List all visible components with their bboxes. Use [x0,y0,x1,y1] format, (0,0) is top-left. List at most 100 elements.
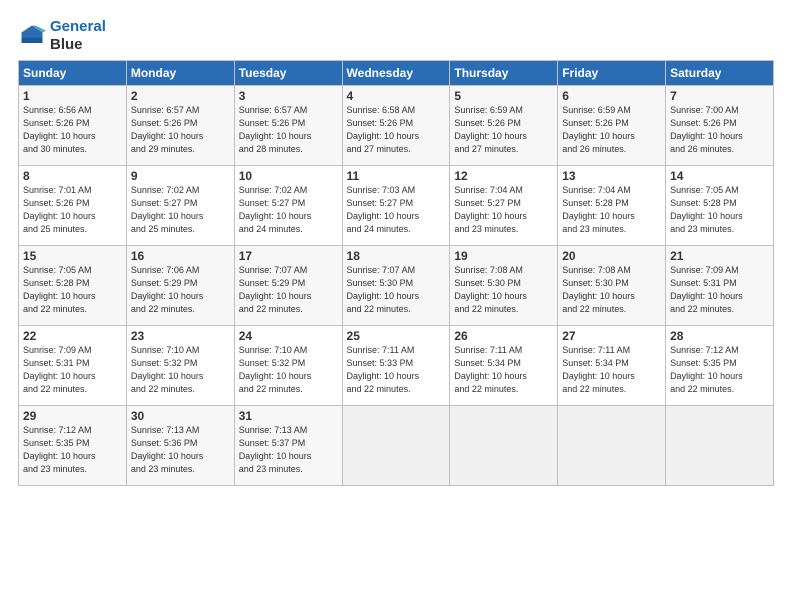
day-number: 2 [131,89,230,103]
calendar-day-header: Saturday [666,61,774,86]
day-info: Sunrise: 7:00 AM Sunset: 5:26 PM Dayligh… [670,104,769,156]
calendar-day-cell: 24Sunrise: 7:10 AM Sunset: 5:32 PM Dayli… [234,326,342,406]
day-number: 31 [239,409,338,423]
calendar-day-cell: 5Sunrise: 6:59 AM Sunset: 5:26 PM Daylig… [450,86,558,166]
day-number: 14 [670,169,769,183]
day-info: Sunrise: 7:11 AM Sunset: 5:33 PM Dayligh… [347,344,446,396]
calendar-day-cell: 19Sunrise: 7:08 AM Sunset: 5:30 PM Dayli… [450,246,558,326]
calendar-table: SundayMondayTuesdayWednesdayThursdayFrid… [18,60,774,486]
day-number: 7 [670,89,769,103]
day-number: 4 [347,89,446,103]
day-info: Sunrise: 7:09 AM Sunset: 5:31 PM Dayligh… [23,344,122,396]
day-number: 9 [131,169,230,183]
calendar-day-cell: 12Sunrise: 7:04 AM Sunset: 5:27 PM Dayli… [450,166,558,246]
calendar-week-row: 22Sunrise: 7:09 AM Sunset: 5:31 PM Dayli… [19,326,774,406]
day-number: 21 [670,249,769,263]
day-number: 13 [562,169,661,183]
calendar-week-row: 15Sunrise: 7:05 AM Sunset: 5:28 PM Dayli… [19,246,774,326]
calendar-week-row: 8Sunrise: 7:01 AM Sunset: 5:26 PM Daylig… [19,166,774,246]
day-info: Sunrise: 6:56 AM Sunset: 5:26 PM Dayligh… [23,104,122,156]
day-info: Sunrise: 7:01 AM Sunset: 5:26 PM Dayligh… [23,184,122,236]
day-number: 28 [670,329,769,343]
calendar-day-cell: 4Sunrise: 6:58 AM Sunset: 5:26 PM Daylig… [342,86,450,166]
calendar-week-row: 1Sunrise: 6:56 AM Sunset: 5:26 PM Daylig… [19,86,774,166]
calendar-day-header: Monday [126,61,234,86]
day-info: Sunrise: 7:05 AM Sunset: 5:28 PM Dayligh… [670,184,769,236]
day-number: 1 [23,89,122,103]
calendar-day-cell [342,406,450,486]
logo: General Blue [18,18,106,54]
day-info: Sunrise: 6:57 AM Sunset: 5:26 PM Dayligh… [131,104,230,156]
day-number: 25 [347,329,446,343]
calendar-day-cell: 11Sunrise: 7:03 AM Sunset: 5:27 PM Dayli… [342,166,450,246]
day-number: 19 [454,249,553,263]
calendar-day-cell: 27Sunrise: 7:11 AM Sunset: 5:34 PM Dayli… [558,326,666,406]
calendar-day-header: Friday [558,61,666,86]
calendar-day-cell: 13Sunrise: 7:04 AM Sunset: 5:28 PM Dayli… [558,166,666,246]
calendar-day-cell: 14Sunrise: 7:05 AM Sunset: 5:28 PM Dayli… [666,166,774,246]
calendar-day-cell [558,406,666,486]
day-info: Sunrise: 6:57 AM Sunset: 5:26 PM Dayligh… [239,104,338,156]
calendar-day-cell: 31Sunrise: 7:13 AM Sunset: 5:37 PM Dayli… [234,406,342,486]
day-info: Sunrise: 7:03 AM Sunset: 5:27 PM Dayligh… [347,184,446,236]
day-info: Sunrise: 6:59 AM Sunset: 5:26 PM Dayligh… [454,104,553,156]
day-info: Sunrise: 7:10 AM Sunset: 5:32 PM Dayligh… [239,344,338,396]
calendar-day-cell: 9Sunrise: 7:02 AM Sunset: 5:27 PM Daylig… [126,166,234,246]
logo-text: General Blue [50,18,106,54]
day-number: 12 [454,169,553,183]
calendar-day-cell: 20Sunrise: 7:08 AM Sunset: 5:30 PM Dayli… [558,246,666,326]
calendar-day-cell: 2Sunrise: 6:57 AM Sunset: 5:26 PM Daylig… [126,86,234,166]
day-number: 23 [131,329,230,343]
calendar-day-cell: 15Sunrise: 7:05 AM Sunset: 5:28 PM Dayli… [19,246,127,326]
day-info: Sunrise: 7:11 AM Sunset: 5:34 PM Dayligh… [454,344,553,396]
day-number: 24 [239,329,338,343]
day-info: Sunrise: 6:58 AM Sunset: 5:26 PM Dayligh… [347,104,446,156]
day-number: 18 [347,249,446,263]
logo-icon [18,22,46,50]
day-number: 17 [239,249,338,263]
calendar-day-header: Tuesday [234,61,342,86]
day-number: 8 [23,169,122,183]
day-info: Sunrise: 7:11 AM Sunset: 5:34 PM Dayligh… [562,344,661,396]
calendar-day-cell: 26Sunrise: 7:11 AM Sunset: 5:34 PM Dayli… [450,326,558,406]
day-info: Sunrise: 6:59 AM Sunset: 5:26 PM Dayligh… [562,104,661,156]
day-number: 3 [239,89,338,103]
calendar-day-cell: 8Sunrise: 7:01 AM Sunset: 5:26 PM Daylig… [19,166,127,246]
calendar-day-cell: 29Sunrise: 7:12 AM Sunset: 5:35 PM Dayli… [19,406,127,486]
day-number: 10 [239,169,338,183]
day-info: Sunrise: 7:10 AM Sunset: 5:32 PM Dayligh… [131,344,230,396]
day-number: 16 [131,249,230,263]
header: General Blue [18,18,774,54]
logo-line1: General [50,18,106,36]
day-info: Sunrise: 7:12 AM Sunset: 5:35 PM Dayligh… [23,424,122,476]
day-info: Sunrise: 7:05 AM Sunset: 5:28 PM Dayligh… [23,264,122,316]
day-number: 27 [562,329,661,343]
day-info: Sunrise: 7:13 AM Sunset: 5:36 PM Dayligh… [131,424,230,476]
calendar-day-cell: 25Sunrise: 7:11 AM Sunset: 5:33 PM Dayli… [342,326,450,406]
calendar-day-cell [450,406,558,486]
day-info: Sunrise: 7:04 AM Sunset: 5:28 PM Dayligh… [562,184,661,236]
calendar-day-cell: 23Sunrise: 7:10 AM Sunset: 5:32 PM Dayli… [126,326,234,406]
day-info: Sunrise: 7:07 AM Sunset: 5:29 PM Dayligh… [239,264,338,316]
calendar-day-header: Sunday [19,61,127,86]
day-number: 30 [131,409,230,423]
day-number: 15 [23,249,122,263]
calendar-week-row: 29Sunrise: 7:12 AM Sunset: 5:35 PM Dayli… [19,406,774,486]
day-number: 26 [454,329,553,343]
day-number: 20 [562,249,661,263]
calendar-day-cell: 30Sunrise: 7:13 AM Sunset: 5:36 PM Dayli… [126,406,234,486]
day-info: Sunrise: 7:04 AM Sunset: 5:27 PM Dayligh… [454,184,553,236]
logo-line2: Blue [50,36,106,54]
page-container: General Blue SundayMondayTuesdayWednesda… [0,0,792,498]
calendar-day-cell: 18Sunrise: 7:07 AM Sunset: 5:30 PM Dayli… [342,246,450,326]
day-info: Sunrise: 7:12 AM Sunset: 5:35 PM Dayligh… [670,344,769,396]
calendar-header-row: SundayMondayTuesdayWednesdayThursdayFrid… [19,61,774,86]
calendar-day-cell: 22Sunrise: 7:09 AM Sunset: 5:31 PM Dayli… [19,326,127,406]
day-number: 5 [454,89,553,103]
calendar-day-cell: 3Sunrise: 6:57 AM Sunset: 5:26 PM Daylig… [234,86,342,166]
day-info: Sunrise: 7:06 AM Sunset: 5:29 PM Dayligh… [131,264,230,316]
day-number: 22 [23,329,122,343]
day-number: 11 [347,169,446,183]
calendar-day-cell: 1Sunrise: 6:56 AM Sunset: 5:26 PM Daylig… [19,86,127,166]
calendar-day-header: Wednesday [342,61,450,86]
